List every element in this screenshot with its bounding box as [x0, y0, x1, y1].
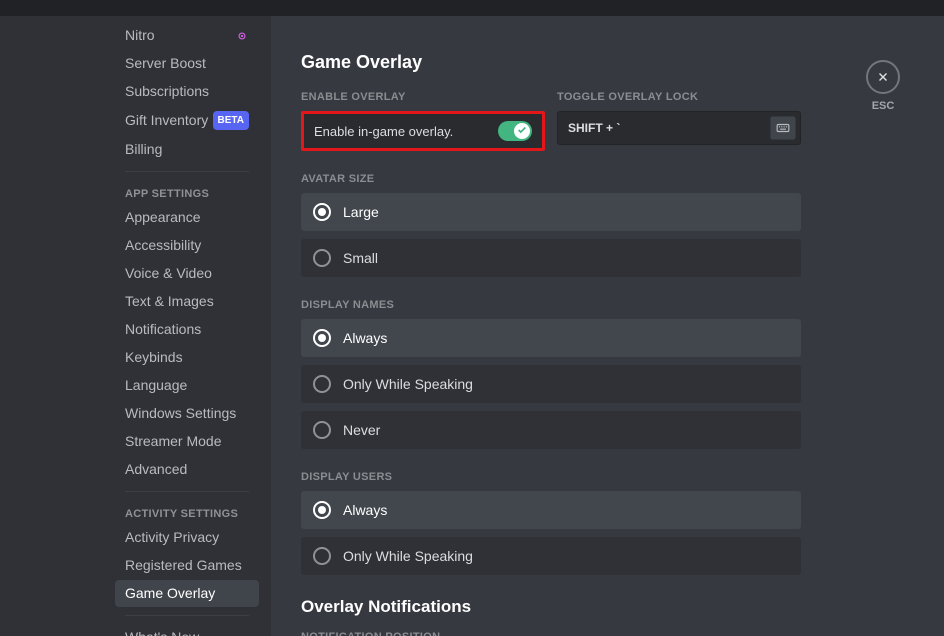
sidebar-divider — [125, 491, 249, 492]
sidebar-item-label: Appearance — [125, 209, 201, 226]
settings-sidebar: Nitro Server Boost Subscriptions Gift Inven… — [0, 16, 271, 636]
enable-overlay-row: Enable in-game overlay. — [301, 111, 545, 151]
display-users-option-only-while-speaking[interactable]: Only While Speaking — [301, 537, 801, 575]
radio-dot — [318, 208, 326, 216]
check-icon — [517, 125, 527, 135]
radio-circle — [313, 375, 331, 393]
radio-circle — [313, 547, 331, 565]
display-names-option-only-while-speaking[interactable]: Only While Speaking — [301, 365, 801, 403]
sidebar-item-accessibility[interactable]: Accessibility — [115, 232, 259, 259]
sidebar-header-activity: ACTIVITY SETTINGS — [115, 500, 259, 524]
sidebar-divider — [125, 615, 249, 616]
radio-circle — [313, 329, 331, 347]
nitro-icon — [235, 29, 249, 43]
sidebar-item-billing[interactable]: Billing — [115, 136, 259, 163]
notification-position-header: NOTIFICATION POSITION — [301, 631, 801, 636]
sidebar-item-windows-settings[interactable]: Windows Settings — [115, 400, 259, 427]
sidebar-item-label: Game Overlay — [125, 585, 215, 602]
sidebar-item-label: Nitro — [125, 27, 155, 44]
close-label: ESC — [872, 100, 895, 112]
avatar-size-option-large[interactable]: Large — [301, 193, 801, 231]
sidebar-item-nitro[interactable]: Nitro — [115, 22, 259, 49]
radio-circle — [313, 421, 331, 439]
keybind-field[interactable]: SHIFT + ` — [557, 111, 801, 145]
avatar-size-group: Large Small — [301, 193, 801, 277]
sidebar-item-label: Accessibility — [125, 237, 201, 254]
sidebar-item-label: Keybinds — [125, 349, 183, 366]
sidebar-item-label: Gift Inventory — [125, 112, 208, 129]
sidebar-item-label: Activity Privacy — [125, 529, 219, 546]
display-names-option-never[interactable]: Never — [301, 411, 801, 449]
close-icon — [876, 70, 890, 84]
keyboard-icon — [776, 121, 790, 135]
display-names-option-always[interactable]: Always — [301, 319, 801, 357]
sidebar-item-registered-games[interactable]: Registered Games — [115, 552, 259, 579]
radio-dot — [318, 334, 326, 342]
sidebar-item-label: Advanced — [125, 461, 187, 478]
sidebar-divider — [125, 171, 249, 172]
sidebar-item-label: Language — [125, 377, 187, 394]
avatar-size-header: AVATAR SIZE — [301, 173, 801, 185]
keybind-record-button[interactable] — [770, 116, 796, 140]
sidebar-item-label: Notifications — [125, 321, 201, 338]
avatar-size-option-small[interactable]: Small — [301, 239, 801, 277]
radio-circle — [313, 501, 331, 519]
radio-label: Always — [343, 502, 387, 518]
display-names-header: DISPLAY NAMES — [301, 299, 801, 311]
window-titlebar — [0, 0, 944, 16]
sidebar-item-voice-video[interactable]: Voice & Video — [115, 260, 259, 287]
sidebar-item-label: Windows Settings — [125, 405, 236, 422]
display-users-header: DISPLAY USERS — [301, 471, 801, 483]
enable-overlay-header: ENABLE OVERLAY — [301, 91, 545, 103]
close-area: ESC — [866, 60, 900, 112]
sidebar-header-app: APP SETTINGS — [115, 180, 259, 204]
toggle-lock-header: TOGGLE OVERLAY LOCK — [557, 91, 801, 103]
sidebar-item-server-boost[interactable]: Server Boost — [115, 50, 259, 77]
radio-label: Only While Speaking — [343, 376, 473, 392]
keybind-value: SHIFT + ` — [568, 121, 620, 135]
sidebar-item-what-s-new[interactable]: What's New — [115, 624, 259, 636]
sidebar-item-advanced[interactable]: Advanced — [115, 456, 259, 483]
sidebar-item-label: Text & Images — [125, 293, 214, 310]
radio-label: Large — [343, 204, 379, 220]
sidebar-item-label: Voice & Video — [125, 265, 212, 282]
radio-label: Small — [343, 250, 378, 266]
beta-badge: BETA — [213, 111, 249, 130]
display-users-option-always[interactable]: Always — [301, 491, 801, 529]
sidebar-item-keybinds[interactable]: Keybinds — [115, 344, 259, 371]
sidebar-item-gift-inventory[interactable]: Gift Inventory BETA — [115, 106, 259, 135]
page-title: Game Overlay — [301, 52, 801, 73]
sidebar-item-game-overlay[interactable]: Game Overlay — [115, 580, 259, 607]
sidebar-item-language[interactable]: Language — [115, 372, 259, 399]
overlay-notifications-title: Overlay Notifications — [301, 597, 801, 617]
sidebar-item-label: Server Boost — [125, 55, 206, 72]
radio-circle — [313, 203, 331, 221]
sidebar-item-label: Subscriptions — [125, 83, 209, 100]
sidebar-item-label: Billing — [125, 141, 162, 158]
radio-label: Only While Speaking — [343, 548, 473, 564]
display-names-group: Always Only While Speaking Never — [301, 319, 801, 449]
settings-content: Game Overlay ENABLE OVERLAY Enable in-ga… — [271, 16, 944, 636]
enable-overlay-toggle[interactable] — [498, 121, 532, 141]
radio-dot — [318, 506, 326, 514]
radio-label: Always — [343, 330, 387, 346]
display-users-group: Always Only While Speaking — [301, 491, 801, 575]
radio-label: Never — [343, 422, 380, 438]
sidebar-item-label: What's New — [125, 629, 199, 636]
sidebar-item-text-images[interactable]: Text & Images — [115, 288, 259, 315]
sidebar-item-subscriptions[interactable]: Subscriptions — [115, 78, 259, 105]
close-button[interactable] — [866, 60, 900, 94]
radio-circle — [313, 249, 331, 267]
sidebar-item-appearance[interactable]: Appearance — [115, 204, 259, 231]
sidebar-item-notifications[interactable]: Notifications — [115, 316, 259, 343]
sidebar-item-streamer-mode[interactable]: Streamer Mode — [115, 428, 259, 455]
enable-overlay-label: Enable in-game overlay. — [314, 124, 453, 139]
sidebar-item-label: Registered Games — [125, 557, 242, 574]
sidebar-item-label: Streamer Mode — [125, 433, 221, 450]
sidebar-item-activity-privacy[interactable]: Activity Privacy — [115, 524, 259, 551]
